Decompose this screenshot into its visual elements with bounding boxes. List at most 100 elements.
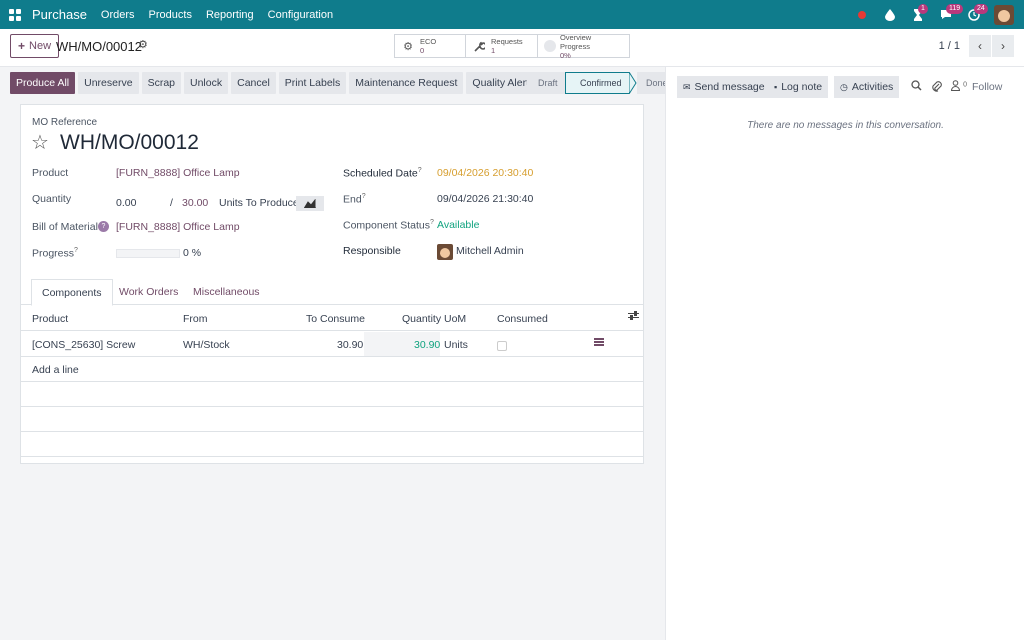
activity-icon[interactable]: 1 [908, 3, 928, 25]
star-icon[interactable]: ☆ [31, 130, 49, 155]
row-product: [CONS_25630] Screw [32, 339, 136, 351]
help-mark[interactable]: ? [74, 247, 78, 254]
unlock-button[interactable]: Unlock [184, 72, 229, 94]
component-status-label-text: Component Status [343, 219, 430, 232]
bom-field[interactable]: [FURN_8888] Office Lamp [116, 221, 240, 233]
quantity-total-field[interactable]: 30.00 [182, 197, 208, 209]
row-from: WH/Stock [183, 339, 230, 351]
send-message-label: Send message [694, 81, 765, 93]
app-brand[interactable]: Purchase [32, 7, 87, 22]
tab-miscellaneous[interactable]: Miscellaneous [183, 279, 270, 305]
cancel-button[interactable]: Cancel [231, 72, 276, 94]
help-icon[interactable]: ? [97, 221, 109, 232]
help-mark[interactable]: ? [362, 193, 366, 200]
progress-circle-icon [544, 40, 556, 52]
help-mark[interactable]: ? [430, 219, 434, 226]
row-to-consume: 30.90 [337, 339, 364, 351]
maintenance-request-button[interactable]: Maintenance Request [349, 72, 464, 94]
droplet-icon[interactable] [880, 5, 900, 25]
top-navbar: Purchase Orders Products Reporting Confi… [0, 0, 1024, 29]
column-product[interactable]: Product [32, 313, 68, 325]
status-dot-icon[interactable] [852, 5, 872, 25]
add-line-row: Add a line [21, 357, 643, 382]
stat-buttons: ⚙ ECO 0 Requests 1 Overview Progress 0% [394, 33, 630, 60]
gear-icon[interactable]: ⚙ [138, 38, 148, 51]
consumed-checkbox[interactable] [497, 341, 507, 351]
produce-all-button[interactable]: Produce All [10, 72, 76, 94]
column-quantity[interactable]: Quantity [402, 313, 441, 325]
eco-stat-button[interactable]: ⚙ ECO 0 [395, 35, 466, 57]
bom-label: Bill of Material? [32, 221, 109, 233]
menu-reporting[interactable]: Reporting [206, 9, 254, 21]
scheduled-date-field[interactable]: 09/04/2026 20:30:40 [437, 167, 533, 179]
column-uom[interactable]: UoM [444, 313, 466, 325]
follow-button[interactable]: Follow [972, 81, 1002, 93]
print-labels-button[interactable]: Print Labels [278, 72, 347, 94]
followers-icon[interactable]: 0 [950, 80, 967, 94]
pager: 1 / 1 ‹ › [939, 34, 1014, 58]
user-avatar[interactable] [994, 4, 1014, 25]
tab-work-orders[interactable]: Work Orders [109, 279, 188, 305]
tab-components[interactable]: Components [31, 279, 113, 306]
quantity-suffix: Units To Produce [219, 197, 299, 209]
row-quantity[interactable]: 30.90 [414, 339, 440, 351]
quality-alert-button[interactable]: Quality Alert [466, 72, 536, 94]
note-icon: ▪ [774, 82, 778, 92]
pager-value[interactable]: 1 / 1 [939, 40, 960, 52]
progress-label-text: Progress [32, 247, 75, 260]
menu-orders[interactable]: Orders [101, 9, 135, 21]
apps-menu-icon[interactable] [0, 0, 30, 29]
mo-reference-title[interactable]: WH/MO/00012 [60, 131, 199, 155]
clock-icon[interactable]: 24 [964, 3, 988, 25]
column-to-consume[interactable]: To Consume [306, 313, 365, 325]
requests-stat-button[interactable]: Requests 1 [466, 35, 538, 57]
log-note-button[interactable]: ▪ Log note [768, 76, 829, 98]
stage-arrow [629, 72, 637, 94]
pager-previous-icon[interactable]: ‹ [969, 35, 991, 57]
paperclip-icon[interactable] [931, 80, 942, 95]
progress-bar [116, 249, 180, 258]
new-button-label: New [29, 40, 52, 52]
breadcrumb-title: WH/MO/00012 [56, 39, 142, 54]
scrap-button[interactable]: Scrap [141, 72, 181, 94]
table-row[interactable]: [CONS_25630] Screw WH/Stock 30.90 30.90 … [21, 332, 643, 357]
overview-progress-stat-button[interactable]: Overview Progress 0% [538, 33, 629, 60]
add-line-link[interactable]: Add a line [32, 364, 79, 376]
send-message-button[interactable]: ✉ Send message [677, 76, 771, 98]
responsible-avatar [437, 244, 453, 260]
search-icon[interactable] [911, 80, 922, 94]
envelope-icon: ✉ [683, 81, 691, 92]
end-date-field[interactable]: 09/04/2026 21:30:40 [437, 193, 533, 205]
stage-confirmed[interactable]: Confirmed [565, 72, 629, 94]
progress-label: Progress? [32, 247, 78, 260]
empty-row [21, 432, 643, 457]
pager-next-icon[interactable]: › [992, 35, 1014, 57]
activity-badge: 1 [918, 3, 928, 14]
optional-columns-icon[interactable] [628, 311, 639, 323]
product-label: Product [32, 167, 69, 179]
cogs-icon: ⚙ [403, 40, 413, 53]
end-label-text: End [343, 193, 362, 206]
quantity-produced-field[interactable]: 0.00 [116, 197, 136, 209]
column-consumed[interactable]: Consumed [497, 313, 548, 325]
wrench-icon [472, 39, 486, 53]
unreserve-button[interactable]: Unreserve [78, 72, 139, 94]
column-from[interactable]: From [183, 313, 208, 325]
menu-configuration[interactable]: Configuration [268, 9, 333, 21]
chart-icon[interactable] [296, 196, 324, 211]
activities-label: Activities [851, 81, 894, 93]
messages-badge: 119 [946, 3, 964, 14]
activities-button[interactable]: ◷ Activities [834, 76, 900, 98]
product-field[interactable]: [FURN_8888] Office Lamp [116, 167, 240, 179]
row-uom: Units [444, 339, 468, 351]
quantity-separator: / [170, 197, 173, 209]
detailed-operations-icon[interactable] [594, 338, 604, 348]
help-mark[interactable]: ? [418, 167, 422, 174]
responsible-field[interactable]: Mitchell Admin [456, 245, 524, 257]
menu-products[interactable]: Products [149, 9, 192, 21]
stage-draft[interactable]: Draft [527, 72, 565, 94]
plus-icon: + [18, 39, 26, 53]
messages-icon[interactable]: 119 [936, 3, 964, 25]
quantity-label: Quantity [32, 193, 72, 205]
new-button[interactable]: + New [10, 34, 60, 58]
